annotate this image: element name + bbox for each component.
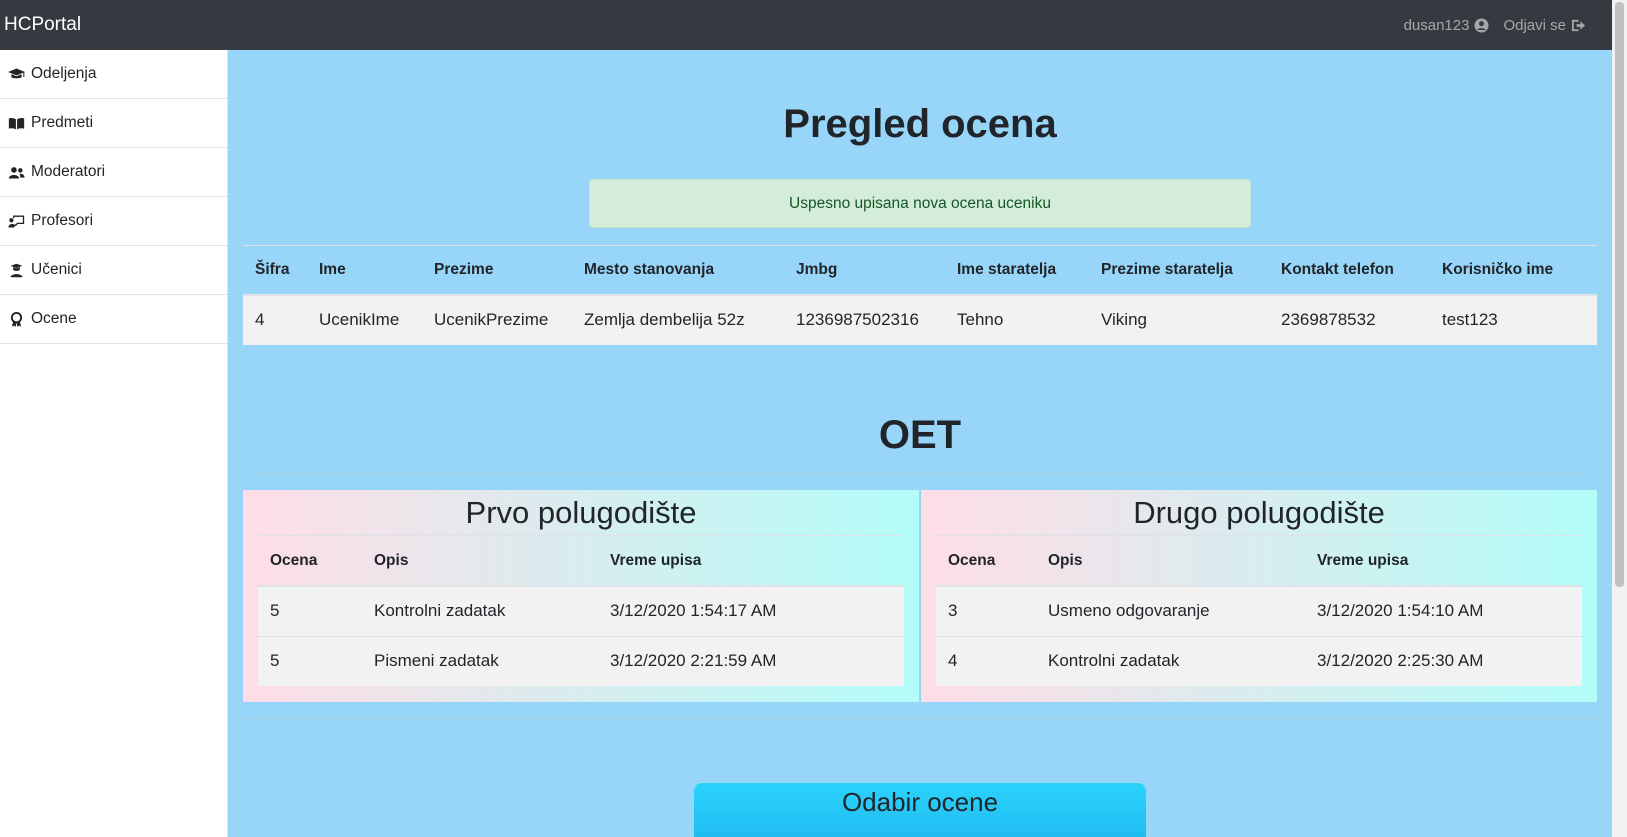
table-row: 5 Kontrolni zadatak 3/12/2020 1:54:17 AM xyxy=(258,585,904,636)
table-header-row: Ocena Opis Vreme upisa xyxy=(936,536,1582,587)
column-header: Korisničko ime xyxy=(1430,245,1597,296)
table-row: 4 UcenikIme UcenikPrezime Zemlja dembeli… xyxy=(243,294,1597,345)
choose-grade-title: Odabir ocene xyxy=(841,787,999,817)
column-header: Opis xyxy=(362,536,598,587)
sidebar-item-odeljenja[interactable]: Odeljenja xyxy=(0,50,227,99)
table-cell: Pismeni zadatak xyxy=(362,635,598,686)
table-cell: test123 xyxy=(1430,294,1597,345)
page-scrollbar[interactable] xyxy=(1612,0,1627,837)
column-header: Vreme upisa xyxy=(598,536,904,587)
table-cell: 4 xyxy=(243,294,307,345)
semester-panel-first: Prvo polugodište Ocena Opis Vreme upisa … xyxy=(243,490,919,702)
column-header: Šifra xyxy=(243,245,307,296)
sidebar-item-predmeti[interactable]: Predmeti xyxy=(0,99,227,148)
table-cell: 3/12/2020 1:54:10 AM xyxy=(1305,585,1582,636)
table-cell: 2369878532 xyxy=(1269,294,1430,345)
grades-table: Ocena Opis Vreme upisa 5 Kontrolni zadat… xyxy=(258,536,904,686)
user-menu[interactable]: dusan123 xyxy=(1404,17,1490,34)
success-alert: Uspesno upisana nova ocena uceniku xyxy=(589,179,1251,228)
column-header: Mesto stanovanja xyxy=(572,245,784,296)
table-cell: 5 xyxy=(258,635,362,686)
top-navbar: HCPortal dusan123 Odjavi se xyxy=(0,0,1612,50)
grades-table: Ocena Opis Vreme upisa 3 Usmeno odgovara… xyxy=(936,536,1582,686)
choose-grade-panel: Odabir ocene xyxy=(694,783,1146,837)
column-header: Prezime staratelja xyxy=(1089,245,1269,296)
column-header: Ime xyxy=(307,245,422,296)
table-cell: 3 xyxy=(936,585,1036,636)
table-cell: 5 xyxy=(258,585,362,636)
navbar-right: dusan123 Odjavi se xyxy=(1404,17,1608,34)
table-header-row: Ocena Opis Vreme upisa xyxy=(258,536,904,587)
username-label: dusan123 xyxy=(1403,16,1470,34)
table-row: 5 Pismeni zadatak 3/12/2020 2:21:59 AM xyxy=(258,635,904,686)
column-header: Opis xyxy=(1036,536,1305,587)
semester-panel-second: Drugo polugodište Ocena Opis Vreme upisa… xyxy=(921,490,1597,702)
subject-title: OET xyxy=(878,413,962,457)
main-content: Pregled ocena Uspesno upisana nova ocena… xyxy=(228,50,1612,837)
table-cell: UcenikIme xyxy=(307,294,422,345)
sidebar-item-profesori[interactable]: Profesori xyxy=(0,197,227,246)
table-cell: 1236987502316 xyxy=(784,294,945,345)
page-title: Pregled ocena xyxy=(783,102,1057,146)
award-icon xyxy=(10,311,23,327)
student-table: Šifra Ime Prezime Mesto stanovanja Jmbg … xyxy=(243,245,1597,345)
sidebar-item-ocene[interactable]: Ocene xyxy=(0,295,227,344)
divider xyxy=(243,718,1597,719)
graduation-cap-icon xyxy=(8,68,25,78)
sidebar-item-label: Ocene xyxy=(31,310,77,327)
scrollbar-thumb[interactable] xyxy=(1615,2,1624,587)
table-cell: 3/12/2020 1:54:17 AM xyxy=(598,585,904,636)
brand-logo[interactable]: HCPortal xyxy=(4,14,81,36)
column-header: Ocena xyxy=(258,536,362,587)
table-cell: 3/12/2020 2:21:59 AM xyxy=(598,635,904,686)
table-row: 3 Usmeno odgovaranje 3/12/2020 1:54:10 A… xyxy=(936,585,1582,636)
column-header: Vreme upisa xyxy=(1305,536,1582,587)
column-header: Ocena xyxy=(936,536,1036,587)
sidebar-item-label: Predmeti xyxy=(31,114,94,131)
sidebar-item-moderatori[interactable]: Moderatori xyxy=(0,148,227,197)
table-cell: Tehno xyxy=(945,294,1089,345)
table-cell: Kontrolni zadatak xyxy=(1036,635,1305,686)
semester-title: Drugo polugodište xyxy=(1133,495,1385,530)
table-cell: Zemlja dembelija 52z xyxy=(572,294,784,345)
chalkboard-teacher-icon xyxy=(8,215,25,227)
table-header-row: Šifra Ime Prezime Mesto stanovanja Jmbg … xyxy=(243,245,1597,296)
sidebar: Odeljenja Predmeti Moderatori Profesori … xyxy=(0,50,228,837)
table-cell: Viking xyxy=(1089,294,1269,345)
user-circle-icon xyxy=(1474,17,1489,33)
table-cell: Usmeno odgovaranje xyxy=(1036,585,1305,636)
column-header: Ime staratelja xyxy=(945,245,1089,296)
alert-message: Uspesno upisana nova ocena uceniku xyxy=(789,194,1051,212)
table-cell: 3/12/2020 2:25:30 AM xyxy=(1305,635,1582,686)
sidebar-item-label: Odeljenja xyxy=(31,65,97,82)
column-header: Prezime xyxy=(422,245,572,296)
divider xyxy=(257,474,1583,475)
sign-out-icon xyxy=(1571,19,1586,31)
column-header: Jmbg xyxy=(784,245,945,296)
book-open-icon xyxy=(8,117,25,129)
table-cell: UcenikPrezime xyxy=(422,294,572,345)
user-graduate-icon xyxy=(10,263,23,277)
sidebar-item-ucenici[interactable]: Učenici xyxy=(0,246,227,295)
semester-title: Prvo polugodište xyxy=(465,495,697,530)
logout-label: Odjavi se xyxy=(1503,16,1566,34)
sidebar-item-label: Profesori xyxy=(31,212,94,229)
table-cell: Kontrolni zadatak xyxy=(362,585,598,636)
column-header: Kontakt telefon xyxy=(1269,245,1430,296)
sidebar-item-label: Učenici xyxy=(31,261,82,278)
table-row: 4 Kontrolni zadatak 3/12/2020 2:25:30 AM xyxy=(936,635,1582,686)
sidebar-item-label: Moderatori xyxy=(31,163,106,180)
users-icon xyxy=(8,166,25,178)
table-cell: 4 xyxy=(936,635,1036,686)
logout-link[interactable]: Odjavi se xyxy=(1503,17,1586,34)
